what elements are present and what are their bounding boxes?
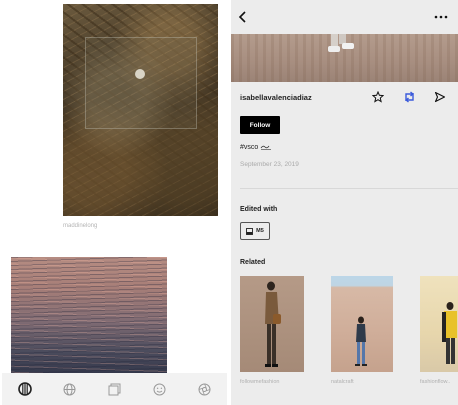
forest-floor-photo[interactable] bbox=[63, 4, 218, 216]
detail-top-bar bbox=[231, 0, 458, 34]
image-detail-panel: isabellavalenciadiaz Follow #vsco Septem… bbox=[231, 0, 458, 405]
back-chevron-icon[interactable] bbox=[235, 9, 251, 25]
gallery-icon[interactable] bbox=[105, 379, 125, 399]
more-options-icon[interactable] bbox=[432, 9, 450, 25]
photo-figure-shoe bbox=[328, 46, 340, 52]
related-thumbnail[interactable] bbox=[240, 276, 304, 372]
feed-panel: maddinelong bbox=[0, 0, 229, 405]
thumbnail-figure bbox=[442, 302, 457, 364]
republish-icon[interactable] bbox=[401, 89, 417, 105]
preset-chip[interactable]: M5 bbox=[240, 222, 270, 240]
tilde-glyph-icon bbox=[260, 145, 272, 150]
related-caption[interactable]: natalcraft bbox=[331, 379, 354, 385]
photo-highlight-frame bbox=[85, 37, 197, 129]
photo-caption[interactable]: maddinelong bbox=[63, 223, 97, 229]
follow-button[interactable]: Follow bbox=[240, 116, 280, 134]
author-username[interactable]: isabellavalenciadiaz bbox=[240, 93, 312, 102]
photo-figure-shoe bbox=[342, 43, 354, 49]
detail-photo[interactable] bbox=[231, 34, 458, 82]
related-thumbnail[interactable] bbox=[420, 276, 458, 372]
photo-mushroom bbox=[135, 69, 145, 79]
related-heading: Related bbox=[240, 259, 266, 266]
thumbnail-figure bbox=[355, 316, 367, 366]
thumbnail-figure bbox=[265, 281, 281, 367]
globe-icon[interactable] bbox=[60, 379, 80, 399]
edited-with-heading: Edited with bbox=[240, 206, 278, 213]
preset-icon bbox=[246, 227, 254, 235]
related-caption[interactable]: followmefashion bbox=[240, 379, 279, 385]
related-thumbnail[interactable] bbox=[331, 276, 393, 372]
favorite-star-icon[interactable] bbox=[370, 89, 386, 105]
aperture-icon[interactable] bbox=[195, 379, 215, 399]
smiley-icon[interactable] bbox=[150, 379, 170, 399]
vsco-lens-icon[interactable] bbox=[15, 379, 35, 399]
preset-label: M5 bbox=[256, 228, 264, 234]
image-tagline: #vsco bbox=[240, 144, 272, 151]
sea-photo[interactable] bbox=[11, 257, 167, 375]
section-divider bbox=[240, 188, 458, 189]
post-date: September 23, 2019 bbox=[240, 161, 299, 168]
photo-figure-leg bbox=[331, 34, 338, 46]
bottom-tab-bar bbox=[2, 373, 227, 405]
hashtag-link[interactable]: #vsco bbox=[240, 144, 258, 151]
related-caption[interactable]: fashionflow.. bbox=[420, 379, 450, 385]
send-icon[interactable] bbox=[432, 89, 448, 105]
